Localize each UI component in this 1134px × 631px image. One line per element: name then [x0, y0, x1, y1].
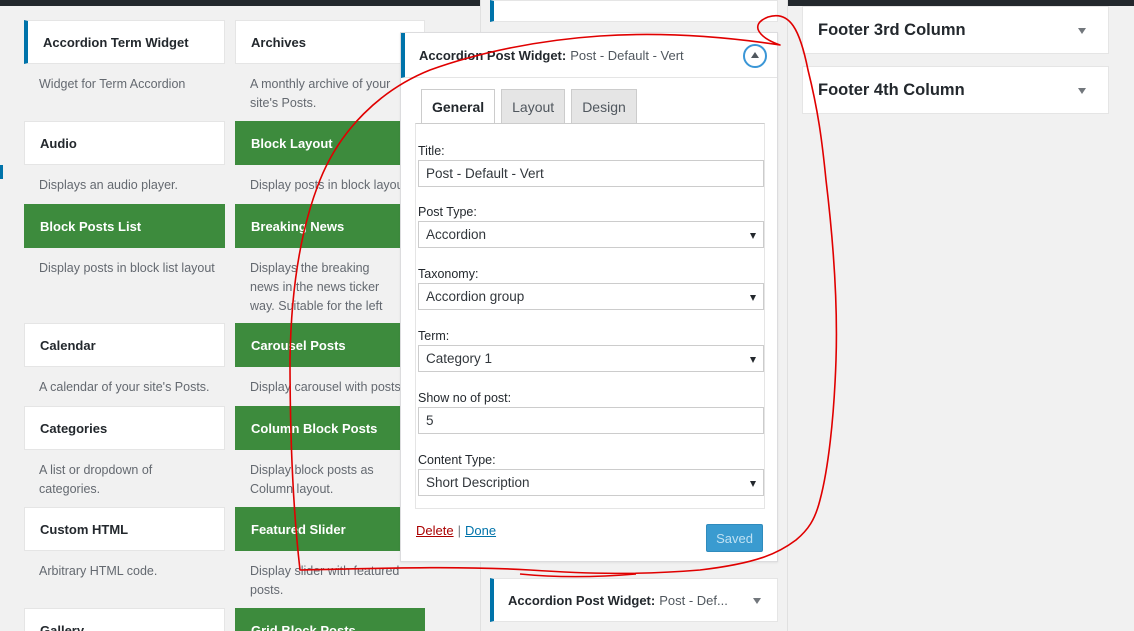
arrow-down-icon: [1078, 28, 1086, 34]
content-type-label: Content Type:: [418, 453, 496, 467]
widget-title: Accordion Term Widget: [43, 34, 189, 50]
saved-button[interactable]: Saved: [706, 524, 763, 552]
widget-title: Column Block Posts: [251, 420, 378, 436]
widget-audio[interactable]: Audio: [24, 121, 225, 165]
widget-desc: Displays an audio player.: [39, 178, 178, 192]
dropdown-arrow-icon: [750, 357, 756, 363]
widget-carousel-posts[interactable]: Carousel Posts: [235, 323, 425, 367]
widget-desc: Widget for Term Accordion: [39, 77, 186, 91]
left-edge-accent: [0, 165, 3, 179]
widget-title: Custom HTML: [40, 521, 129, 537]
show-no-of-post-input[interactable]: 5: [418, 407, 764, 434]
widget-panel-instance-title: Post - Default - Vert: [570, 47, 684, 63]
link-separator: |: [457, 523, 461, 538]
tab-general[interactable]: General: [421, 89, 496, 124]
widget-grid-block-posts[interactable]: Grid Block Posts: [235, 608, 425, 631]
delete-link[interactable]: Delete: [416, 523, 454, 538]
tab-design[interactable]: Design: [571, 89, 637, 124]
sidebar-title: Footer 3rd Column: [818, 20, 966, 39]
widget-card-accordion-post[interactable]: Accordion Post Widget: Post - Def...: [490, 578, 778, 622]
widget-title: Audio: [40, 135, 77, 151]
widget-title: Calendar: [40, 337, 96, 353]
widget-title: Block Posts List: [40, 218, 142, 234]
done-link[interactable]: Done: [465, 523, 496, 538]
post-type-value: Accordion: [426, 227, 487, 242]
taxonomy-label: Taxonomy:: [418, 267, 479, 281]
chevron-up-icon: [751, 52, 759, 58]
widget-categories[interactable]: Categories: [24, 406, 225, 450]
title-input-value: Post - Default - Vert: [426, 166, 544, 181]
dropdown-arrow-icon: [750, 481, 756, 487]
widget-desc: Display posts in block layout: [250, 178, 400, 192]
taxonomy-value: Accordion group: [426, 289, 525, 304]
widget-panel-header[interactable]: Accordion Post Widget: Post - Default - …: [401, 33, 777, 78]
widget-title: Gallery: [40, 622, 85, 631]
widget-desc: A list or dropdown of categories.: [39, 463, 153, 496]
title-label: Title:: [418, 144, 445, 158]
widget-calendar[interactable]: Calendar: [24, 323, 225, 367]
widget-title: Breaking News: [251, 218, 345, 234]
widget-settings-panel: Accordion Post Widget: Post - Default - …: [400, 32, 778, 562]
widget-desc: Display carousel with posts.: [250, 380, 400, 394]
widget-gallery[interactable]: Gallery: [24, 608, 225, 631]
post-type-label: Post Type:: [418, 205, 477, 219]
arrow-down-icon: [1078, 88, 1086, 94]
tab-general-body: Title: Post - Default - Vert Post Type: …: [415, 123, 765, 509]
sidebar-title: Footer 4th Column: [818, 80, 965, 99]
widget-desc: Display posts in block list layout: [39, 261, 215, 275]
widget-block-layout[interactable]: Block Layout: [235, 121, 425, 165]
widget-block-posts-list[interactable]: Block Posts List: [24, 204, 225, 248]
widget-desc: A calendar of your site's Posts.: [39, 380, 210, 394]
widget-accordion-term[interactable]: Accordion Term Widget: [24, 20, 225, 64]
widget-title: Grid Block Posts: [251, 622, 356, 631]
widget-column-block-posts[interactable]: Column Block Posts: [235, 406, 425, 450]
dropdown-arrow-icon: [750, 295, 756, 301]
tab-layout[interactable]: Layout: [501, 89, 566, 124]
widget-card-instance-title: Post - Def...: [659, 592, 728, 608]
widget-desc: A monthly archive of your site's Posts.: [250, 77, 391, 110]
widget-breaking-news[interactable]: Breaking News: [235, 204, 425, 248]
widget-title: Categories: [40, 420, 108, 436]
widget-desc: Display slider with featured posts.: [250, 564, 400, 597]
term-label: Term:: [418, 329, 450, 343]
title-input[interactable]: Post - Default - Vert: [418, 160, 764, 187]
widget-archives[interactable]: Archives: [235, 20, 425, 64]
widget-title: Carousel Posts: [251, 337, 346, 353]
show-no-of-post-value: 5: [426, 413, 434, 428]
widget-title: Archives: [251, 34, 306, 50]
widget-desc: Arbitrary HTML code.: [39, 564, 158, 578]
widget-card-title: Accordion Post Widget:: [508, 592, 656, 608]
collapse-toggle-button[interactable]: [743, 44, 767, 68]
content-type-select[interactable]: Short Description: [418, 469, 764, 496]
widget-panel-title: Accordion Post Widget:: [419, 47, 567, 63]
post-type-select[interactable]: Accordion: [418, 221, 764, 248]
content-type-value: Short Description: [426, 475, 530, 490]
widget-card-collapsed[interactable]: [490, 0, 778, 22]
dropdown-arrow-icon: [750, 233, 756, 239]
widget-custom-html[interactable]: Custom HTML: [24, 507, 225, 551]
widget-tabs: General Layout Design: [421, 89, 637, 124]
taxonomy-select[interactable]: Accordion group: [418, 283, 764, 310]
widget-desc: Displays the breaking news in the news t…: [250, 261, 383, 313]
widget-featured-slider[interactable]: Featured Slider: [235, 507, 425, 551]
widget-panel-footer: Delete | Done: [416, 523, 496, 538]
widget-title: Featured Slider: [251, 521, 346, 537]
show-no-of-post-label: Show no of post:: [418, 391, 512, 405]
sidebar-footer-4th-column[interactable]: Footer 4th Column: [802, 66, 1109, 114]
term-value: Category 1: [426, 351, 493, 366]
term-select[interactable]: Category 1: [418, 345, 764, 372]
arrow-down-icon: [753, 598, 761, 604]
sidebar-footer-3rd-column[interactable]: Footer 3rd Column: [802, 6, 1109, 54]
widget-title: Block Layout: [251, 135, 333, 151]
widget-desc: Display block posts as Column layout.: [250, 463, 374, 496]
